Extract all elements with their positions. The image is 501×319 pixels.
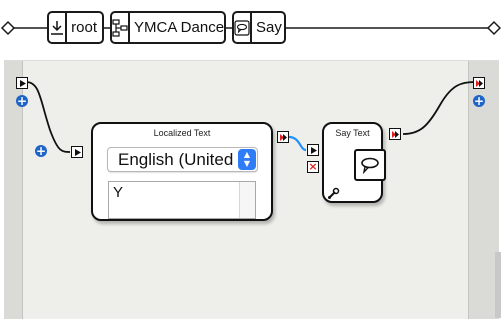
- add-input-port-icon[interactable]: +: [16, 95, 28, 107]
- canvas-scrollbar[interactable]: [495, 252, 501, 318]
- language-select[interactable]: English (UnitedSta ▲▼: [107, 147, 258, 172]
- localized-text-input-value: Y: [113, 184, 124, 201]
- chevron-updown-icon: ▲ ▼: [238, 149, 256, 170]
- breadcrumb-item-ymca-dance-label: YMCA Dance: [134, 19, 225, 36]
- add-port-plus-icon[interactable]: +: [35, 145, 47, 157]
- speech-bubble-icon: [234, 13, 252, 42]
- localized-text-block[interactable]: Localized Text English (UnitedSta ▲▼ Y: [91, 122, 273, 221]
- breadcrumb: root YMCA Dance Say: [0, 0, 501, 56]
- breadcrumb-start-diamond-icon: [0, 20, 16, 36]
- breadcrumb-item-say[interactable]: Say: [232, 11, 286, 44]
- breadcrumb-end-diamond-icon: [486, 20, 501, 36]
- localized-text-title: Localized Text: [153, 128, 211, 138]
- breadcrumb-item-say-label: Say: [256, 19, 282, 36]
- localized-text-output-port[interactable]: [277, 131, 289, 143]
- exit-port[interactable]: [473, 77, 485, 89]
- entry-port[interactable]: [16, 77, 28, 89]
- speech-bubble-icon: [354, 149, 386, 181]
- root-download-icon: [49, 13, 68, 42]
- say-text-block[interactable]: Say Text: [322, 122, 386, 203]
- say-text-kill-port[interactable]: ×: [307, 161, 319, 173]
- flowchart-icon: [112, 13, 130, 42]
- wrench-icon[interactable]: [327, 187, 340, 200]
- text-input-scrollbar[interactable]: [239, 182, 255, 218]
- localized-text-input-port[interactable]: [71, 146, 83, 158]
- say-text-input-port[interactable]: [307, 144, 319, 156]
- say-text-output-port[interactable]: [389, 128, 401, 140]
- breadcrumb-item-root-label: root: [71, 19, 97, 36]
- language-select-value: English (UnitedSta: [118, 150, 234, 169]
- breadcrumb-item-ymca-dance[interactable]: YMCA Dance: [110, 11, 226, 44]
- add-output-port-icon[interactable]: +: [473, 95, 485, 107]
- say-text-title: Say Text: [335, 128, 370, 138]
- breadcrumb-item-root[interactable]: root: [47, 11, 104, 44]
- localized-text-input[interactable]: Y: [108, 181, 256, 219]
